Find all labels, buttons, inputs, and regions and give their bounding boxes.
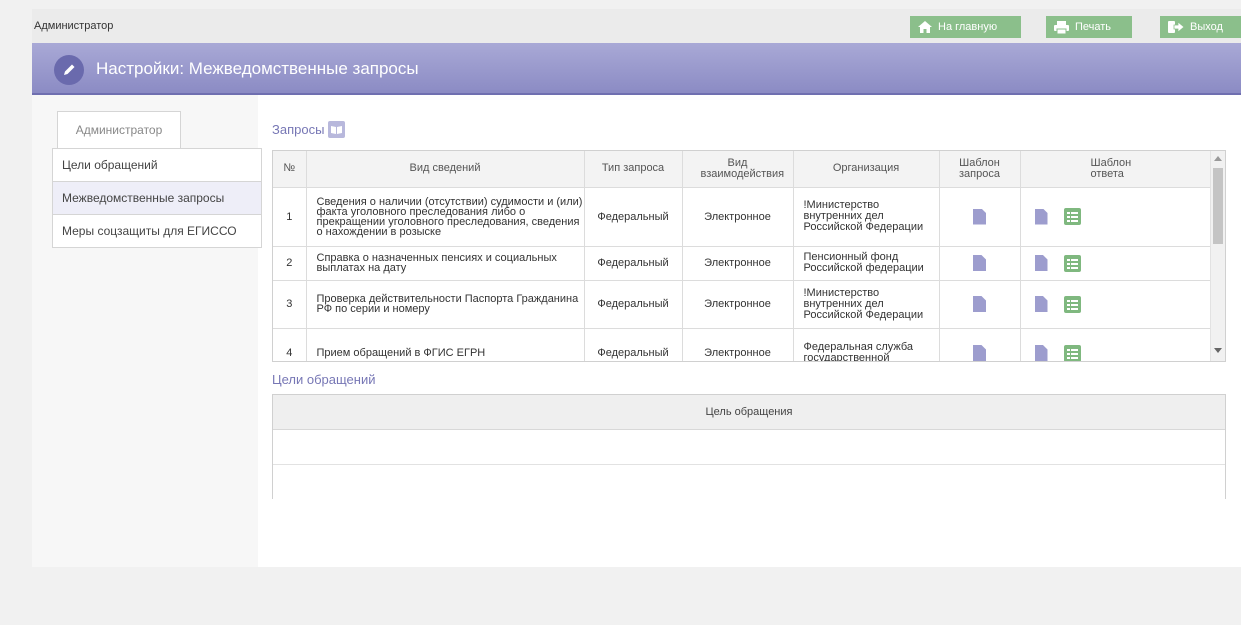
document-icon[interactable]: [973, 255, 986, 271]
page-header: Настройки: Межведомственные запросы: [32, 43, 1241, 95]
row-number: 1: [273, 187, 307, 247]
print-button[interactable]: Печать: [1046, 16, 1132, 38]
row-interaction: Электронное: [682, 246, 794, 281]
row-organization: !Министерство внутренних дел Российской …: [793, 280, 940, 329]
row-kind: Прием обращений в ФГИС ЕГРН: [306, 328, 585, 361]
sidebar: Администратор Цели обращений Межведомств…: [32, 95, 262, 567]
goals-section-title: Цели обращений: [272, 372, 376, 387]
column-header[interactable]: Вид взаимодействия: [682, 151, 794, 188]
row-organization: Федеральная служба государственной: [793, 328, 940, 361]
exit-icon: [1168, 21, 1184, 33]
response-template-cell: [1020, 280, 1213, 329]
requests-grid: № Вид сведений Тип запроса Вид взаимодей…: [273, 151, 1213, 361]
column-header-label: Шаблон запроса: [959, 156, 1000, 180]
sidebar-item-egisso[interactable]: Меры соцзащиты для ЕГИССО: [53, 215, 261, 247]
list-icon[interactable]: [1063, 295, 1081, 313]
sidebar-menu: Цели обращений Межведомственные запросы …: [52, 148, 262, 248]
response-template-cell: [1020, 246, 1213, 281]
row-type: Федеральный: [584, 328, 683, 361]
requests-title: Запросы: [272, 122, 325, 137]
book-icon[interactable]: [328, 121, 346, 138]
exit-button-label: Выход: [1190, 21, 1223, 33]
column-header[interactable]: Вид сведений: [306, 151, 585, 188]
row-organization: Пенсионный фонд Российской федерации: [793, 246, 940, 281]
home-button-label: На главную: [938, 21, 998, 33]
row-interaction: Электронное: [682, 187, 794, 247]
document-icon[interactable]: [1034, 345, 1048, 361]
pencil-icon: [54, 55, 84, 85]
column-header-label: Шаблон ответа: [1090, 156, 1132, 180]
row-number: 4: [273, 328, 307, 361]
column-header-label: Вид взаимодействия: [700, 156, 785, 180]
table-row[interactable]: 4 Прием обращений в ФГИС ЕГРН Федеральны…: [273, 328, 1213, 361]
print-button-label: Печать: [1075, 21, 1112, 33]
row-interaction: Электронное: [682, 280, 794, 329]
row-type: Федеральный: [584, 280, 683, 329]
exit-button[interactable]: Выход: [1160, 16, 1241, 38]
request-template-cell: [939, 328, 1021, 361]
user-label: Администратор: [34, 20, 114, 32]
sidebar-item-goals[interactable]: Цели обращений: [53, 149, 261, 182]
column-header[interactable]: Организация: [793, 151, 940, 188]
scroll-down-arrow[interactable]: [1214, 348, 1222, 353]
list-icon[interactable]: [1063, 208, 1081, 225]
column-header[interactable]: Шаблон запроса: [939, 151, 1021, 188]
request-template-cell: [939, 246, 1021, 281]
response-template-cell: [1020, 187, 1213, 247]
table-row[interactable]: 3 Проверка действительности Паспорта Гра…: [273, 280, 1213, 329]
requests-section-title: Запросы: [272, 121, 346, 138]
goals-table: Цель обращения: [272, 394, 1226, 500]
column-header[interactable]: №: [273, 151, 307, 188]
goals-column-header[interactable]: Цель обращения: [273, 395, 1225, 430]
scroll-thumb[interactable]: [1213, 168, 1223, 244]
top-bar: Администратор На главную Печать Выход: [32, 9, 1241, 43]
table-row[interactable]: 1 Сведения о наличии (отсутствии) судимо…: [273, 187, 1213, 247]
printer-icon: [1054, 20, 1069, 34]
requests-table: № Вид сведений Тип запроса Вид взаимодей…: [272, 150, 1226, 362]
page-title: Настройки: Межведомственные запросы: [96, 59, 419, 78]
row-number: 3: [273, 280, 307, 329]
row-kind: Сведения о наличии (отсутствии) судимост…: [306, 187, 585, 247]
sidebar-item-requests[interactable]: Межведомственные запросы: [53, 182, 261, 215]
row-type: Федеральный: [584, 187, 683, 247]
document-icon[interactable]: [1034, 255, 1048, 271]
document-icon[interactable]: [973, 296, 986, 312]
document-icon[interactable]: [1034, 208, 1048, 225]
response-template-cell: [1020, 328, 1213, 361]
home-button[interactable]: На главную: [910, 16, 1021, 38]
row-kind: Справка о назначенных пенсиях и социальн…: [306, 246, 585, 281]
table-scrollbar[interactable]: [1210, 151, 1225, 361]
scroll-up-arrow[interactable]: [1214, 156, 1222, 161]
document-icon[interactable]: [1034, 296, 1048, 312]
request-template-cell: [939, 280, 1021, 329]
table-header-row: № Вид сведений Тип запроса Вид взаимодей…: [273, 151, 1213, 188]
column-header[interactable]: Шаблон ответа: [1020, 151, 1213, 188]
request-template-cell: [939, 187, 1021, 247]
sidebar-tab-admin[interactable]: Администратор: [57, 111, 181, 148]
document-icon[interactable]: [973, 345, 986, 361]
table-row[interactable]: [273, 430, 1225, 465]
column-header[interactable]: Тип запроса: [584, 151, 683, 188]
row-interaction: Электронное: [682, 328, 794, 361]
list-icon[interactable]: [1063, 344, 1081, 361]
row-kind: Проверка действительности Паспорта Гражд…: [306, 280, 585, 329]
row-organization: !Министерство внутренних дел Российской …: [793, 187, 940, 247]
row-number: 2: [273, 246, 307, 281]
row-type: Федеральный: [584, 246, 683, 281]
document-icon[interactable]: [973, 208, 986, 225]
table-row[interactable]: [273, 465, 1225, 500]
list-icon[interactable]: [1063, 254, 1081, 272]
home-icon: [918, 21, 932, 33]
table-row[interactable]: 2 Справка о назначенных пенсиях и социал…: [273, 246, 1213, 281]
